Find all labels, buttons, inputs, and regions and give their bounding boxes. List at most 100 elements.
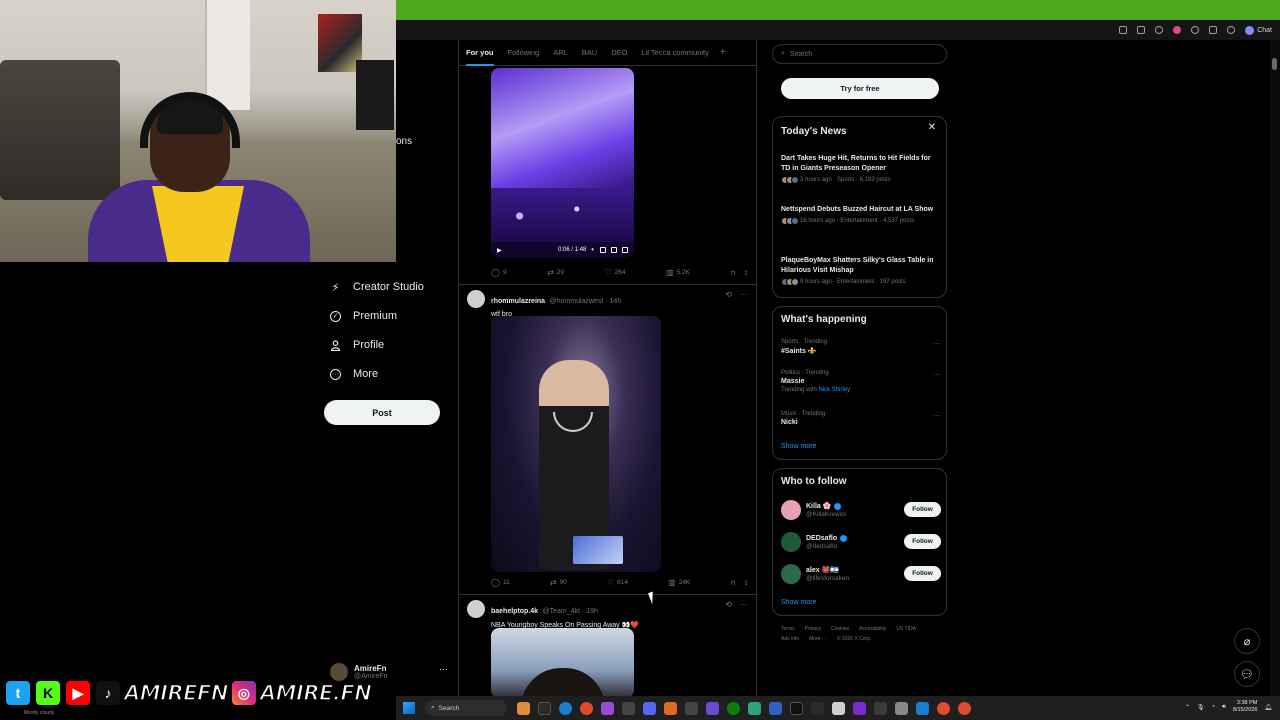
star-icon[interactable] — [1155, 26, 1164, 34]
follow-button[interactable]: Follow — [904, 502, 941, 517]
grok-button[interactable]: ⌀ — [1234, 628, 1260, 654]
windows-start-icon[interactable] — [403, 702, 415, 714]
more-dots-icon[interactable]: ··· — [740, 290, 748, 299]
app-icon[interactable] — [790, 701, 803, 715]
more-dots-icon[interactable]: ··· — [933, 370, 941, 379]
scroll-thumb[interactable] — [1272, 58, 1277, 70]
trend-item[interactable]: Politics · Trending Massie Trending with… — [781, 370, 941, 393]
grok-icon[interactable]: ⟲ — [725, 290, 732, 299]
settings-icon[interactable] — [895, 701, 908, 715]
more-dots-icon[interactable]: ··· — [740, 600, 748, 609]
tweet-video[interactable]: ▶ 0:06 / 1:48 🔈︎ — [491, 68, 634, 258]
refresh-icon[interactable] — [1191, 26, 1200, 34]
nav-creator-studio[interactable]: ⚡︎ Creator Studio — [330, 281, 424, 294]
clock[interactable]: 3:38 PM 8/15/2026 — [1233, 700, 1257, 714]
reading-list-icon[interactable] — [1137, 26, 1146, 34]
try-for-free-button[interactable]: Try for free — [781, 78, 939, 99]
follow-suggestion[interactable]: Killa 🌸 @KillaKrewxx Follow — [781, 498, 941, 522]
chrome-icon[interactable] — [937, 701, 950, 715]
edge-icon[interactable] — [559, 701, 572, 715]
like-button[interactable]: ♡ 614 — [607, 578, 628, 587]
news-item[interactable]: Dart Takes Huge Hit, Returns to Hit Fiel… — [781, 154, 939, 184]
app-icon[interactable] — [748, 701, 761, 715]
repost-button[interactable]: ⇄ 29 — [547, 268, 564, 277]
taskbar-search[interactable]: ⌕ Search — [425, 700, 507, 716]
pip-icon[interactable] — [611, 247, 617, 253]
chrome-icon[interactable] — [958, 701, 971, 715]
avatar[interactable] — [467, 290, 485, 308]
tab-lil-tecca-community[interactable]: Lil Tecca community — [634, 40, 715, 66]
add-tab-icon[interactable]: + — [720, 47, 726, 58]
footer-link[interactable]: US TIDA — [896, 626, 916, 632]
bookmark-icon[interactable]: ⊓ — [730, 579, 735, 587]
follow-button[interactable]: Follow — [904, 534, 941, 549]
repost-button[interactable]: ⇄ 90 — [550, 578, 567, 587]
nav-profile[interactable]: Profile — [330, 339, 384, 351]
notification-bell-icon[interactable]: 🔔︎ — [1264, 704, 1272, 711]
fullscreen-icon[interactable] — [622, 247, 628, 253]
profile-extension-icon[interactable] — [1173, 26, 1182, 34]
task-view-icon[interactable] — [538, 701, 551, 715]
footer-link[interactable]: Cookies — [831, 626, 849, 632]
nav-more[interactable]: ··· More — [330, 368, 378, 380]
share-icon[interactable]: ⇪ — [744, 579, 749, 587]
tab-arl[interactable]: ARL — [546, 40, 575, 66]
messages-button[interactable]: 💬︎ — [1234, 661, 1260, 687]
search-box[interactable]: ⌕ Search — [772, 44, 947, 64]
tweet-author[interactable]: baehelptop.4k — [491, 608, 538, 615]
scrollbar[interactable] — [1270, 40, 1280, 696]
follow-button[interactable]: Follow — [904, 566, 941, 581]
widget-icon[interactable] — [517, 701, 530, 715]
discord-icon[interactable] — [643, 701, 656, 715]
tweet-handle[interactable]: @hommulazwest · 14h — [550, 298, 622, 305]
follow-suggestion[interactable]: alex 👹🇮🇱 @lifesforsaken Follow — [781, 562, 941, 586]
tweet-author[interactable]: rhommulazreina — [491, 298, 545, 305]
app-icon[interactable] — [601, 701, 614, 715]
views-button[interactable]: ▥ 5.2K — [666, 268, 690, 277]
trend-item[interactable]: Music · Trending Nicki ··· — [781, 411, 941, 426]
tab-deo[interactable]: DEO — [604, 40, 634, 66]
reply-button[interactable]: ◯ 11 — [491, 578, 510, 587]
views-button[interactable]: ▥ 24K — [668, 578, 690, 587]
vpn-icon[interactable] — [853, 701, 866, 715]
tweet-handle[interactable]: @Team_4kt · 19h — [543, 608, 598, 615]
share-icon[interactable]: ⇪ — [744, 269, 749, 277]
app-icon[interactable] — [916, 701, 929, 715]
volume-icon[interactable]: 🔈︎ — [591, 247, 595, 254]
show-more-link[interactable]: Show more — [781, 599, 816, 606]
calculator-icon[interactable] — [685, 701, 698, 715]
chat-button[interactable]: Chat — [1245, 25, 1272, 35]
reply-button[interactable]: ◯ 9 — [491, 268, 507, 277]
footer-link[interactable]: Accessibility — [859, 626, 886, 632]
follow-suggestion[interactable]: DEDsaflo @dedsaflo Follow — [781, 530, 941, 554]
more-dots-icon[interactable]: ··· — [439, 664, 448, 674]
footer-link[interactable]: More ··· — [809, 636, 827, 642]
show-more-link[interactable]: Show more — [781, 443, 816, 450]
app-icon[interactable] — [874, 701, 887, 715]
tab-for-you[interactable]: For you — [459, 40, 501, 66]
settings-icon[interactable] — [600, 247, 606, 253]
extension-icon[interactable] — [1119, 26, 1128, 34]
more-dots-icon[interactable]: ··· — [933, 411, 941, 420]
tab-following[interactable]: Following — [501, 40, 547, 66]
download-icon[interactable] — [1209, 26, 1218, 34]
app-icon[interactable] — [622, 701, 635, 715]
mic-icon[interactable]: 🎙︎ — [1197, 704, 1205, 711]
app-icon[interactable] — [664, 701, 677, 715]
like-button[interactable]: ♡ 264 — [604, 268, 625, 277]
footer-link[interactable]: Ads info — [781, 636, 799, 642]
grok-icon[interactable]: ⟲ — [725, 600, 732, 609]
news-item[interactable]: Nettspend Debuts Buzzed Haircut at LA Sh… — [781, 205, 939, 225]
post-button[interactable]: Post — [324, 400, 440, 425]
tweet-video[interactable] — [491, 316, 661, 572]
chrome-icon[interactable] — [580, 701, 593, 715]
app-icon[interactable] — [832, 701, 845, 715]
trend-link[interactable]: Nick Shirley — [818, 387, 850, 393]
close-icon[interactable]: ✕ — [928, 122, 936, 133]
avatar[interactable] — [467, 600, 485, 618]
footer-link[interactable]: Terms — [781, 626, 795, 632]
news-item[interactable]: PlaqueBoyMax Shatters Silky's Glass Tabl… — [781, 256, 939, 286]
volume-icon[interactable]: 🔊︎ — [1222, 704, 1226, 711]
nav-premium[interactable]: ✓ Premium — [330, 310, 397, 322]
tweet-image[interactable] — [491, 628, 634, 696]
